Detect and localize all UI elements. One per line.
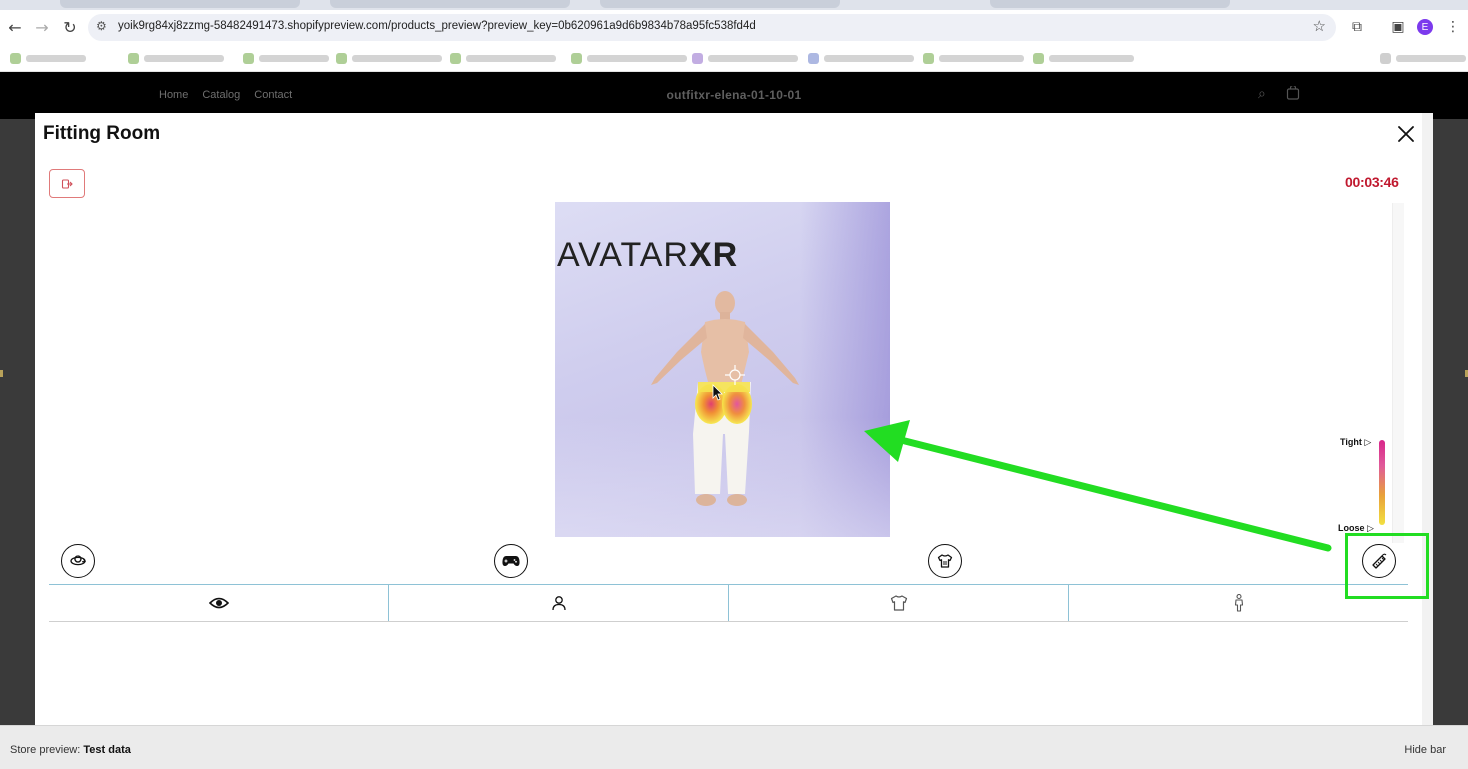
url-text[interactable]: yoik9rg84xj8zzmg-58482491473.shopifyprev… [118,20,756,32]
person-icon [551,596,566,611]
bookmarks-bar [0,44,1468,72]
forward-icon[interactable]: → [30,15,54,39]
bookmark-item[interactable] [571,52,687,64]
address-bar[interactable]: ⚙ yoik9rg84xj8zzmg-58482491473.shopifypr… [88,14,1336,41]
store-header: Home Catalog Contact outfitxr-elena-01-1… [0,72,1468,119]
tab-avatar[interactable] [389,585,729,621]
exit-icon [61,178,73,189]
modal-title: Fitting Room [43,123,161,144]
bookmark-item[interactable] [923,52,1024,64]
reload-icon[interactable]: ↻ [58,15,82,39]
browser-tab[interactable] [600,0,840,8]
search-icon[interactable]: ⌕ [1258,86,1266,104]
bookmark-item[interactable] [336,52,442,64]
tshirt-icon [890,595,907,611]
eye-icon [208,597,229,609]
modal-edge [1422,113,1433,725]
fitting-room-tabs [49,584,1408,622]
shirt-swap-icon [937,554,953,568]
bookmark-item[interactable] [243,52,329,64]
close-icon[interactable] [1395,123,1417,145]
avatar-viewport[interactable]: AVATARXR [555,202,890,537]
fitting-room-modal: Fitting Room 00:03:46 AVATARXR Tight ▷ L… [35,113,1433,725]
gamepad-icon [502,556,520,566]
fit-legend: Tight ▷ Loose ▷ [1338,435,1400,535]
fit-legend-tight: Tight ▷ [1340,437,1372,448]
triangle-right-icon: ▷ [1364,438,1372,448]
tab-garments[interactable] [729,585,1069,621]
browser-tab[interactable] [990,0,1230,8]
extensions-icon[interactable]: ⧉ [1346,16,1368,38]
cart-icon[interactable] [1286,84,1300,104]
avatar-figure [651,291,799,506]
store-preview-bar: Store preview: Test data Hide bar [0,725,1468,769]
store-title[interactable]: outfitxr-elena-01-10-01 [0,88,1468,102]
preview-status: Store preview: Test data [10,744,131,756]
kebab-menu-icon[interactable]: ⋮ [1442,16,1464,38]
bookmark-item[interactable] [10,52,86,64]
bookmark-item[interactable] [1033,52,1134,64]
bookmark-item[interactable] [808,52,914,64]
fit-gradient-bar [1379,440,1385,525]
browser-toolbar: ← → ↻ ⚙ yoik9rg84xj8zzmg-58482491473.sho… [0,10,1468,44]
browser-tab-strip [0,0,1468,10]
bookmark-star-icon[interactable]: ☆ [1313,17,1326,35]
page-edge-marker [0,370,3,377]
session-timer: 00:03:46 [1345,174,1399,190]
bookmark-item[interactable] [692,52,798,64]
profile-avatar[interactable]: E [1417,19,1433,35]
sidepanel-icon[interactable]: ▣ [1387,16,1409,38]
browser-tab[interactable] [330,0,570,8]
store-header-icons: ⌕ [1258,84,1300,104]
rotate-avatar-button[interactable] [61,544,95,578]
change-garment-button[interactable] [928,544,962,578]
bookmark-item[interactable] [450,52,556,64]
bookmark-item[interactable] [128,52,224,64]
exit-fitting-room-button[interactable] [49,169,85,198]
game-controls-button[interactable] [494,544,528,578]
hide-bar-button[interactable]: Hide bar [1404,744,1446,756]
all-bookmarks[interactable] [1380,52,1466,64]
rotate-icon [70,555,87,566]
browser-tab[interactable] [60,0,300,8]
body-figure-icon [1234,594,1243,612]
annotation-highlight-box [1345,533,1429,599]
tab-view[interactable] [49,585,389,621]
site-info-icon[interactable]: ⚙ [96,19,107,33]
back-icon[interactable]: ← [3,15,27,39]
